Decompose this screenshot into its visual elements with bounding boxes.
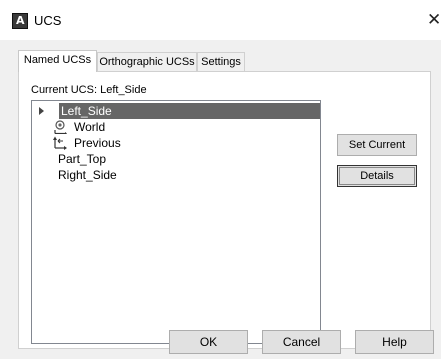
- title-bar: UCS ✕: [0, 0, 441, 40]
- list-item-label: Right_Side: [58, 168, 117, 182]
- world-ucs-icon: [54, 120, 67, 134]
- list-item-label: World: [74, 120, 106, 134]
- current-ucs-label: Current UCS:: [31, 84, 98, 96]
- list-item-label: Previous: [74, 136, 121, 150]
- list-item-left-side[interactable]: Left_Side: [32, 103, 320, 119]
- current-ucs-value: Left_Side: [100, 84, 147, 96]
- set-current-button[interactable]: Set Current: [337, 134, 417, 156]
- ucs-list[interactable]: Left_Side World Previous Part_Top Right_…: [31, 100, 321, 344]
- list-item-label: Part_Top: [58, 152, 107, 166]
- details-button[interactable]: Details: [337, 165, 417, 187]
- list-item-previous[interactable]: Previous: [32, 135, 320, 151]
- named-ucss-panel: Current UCS: Left_Side Left_Side World P…: [18, 71, 431, 349]
- dialog-body: Named UCSs Orthographic UCSs Settings Cu…: [0, 40, 441, 359]
- expand-arrow-icon[interactable]: [39, 107, 44, 115]
- tab-named-ucss[interactable]: Named UCSs: [18, 50, 97, 72]
- window-title: UCS: [34, 13, 62, 28]
- tab-settings[interactable]: Settings: [197, 52, 245, 71]
- ucs-dialog: UCS ✕ Named UCSs Orthographic UCSs Setti…: [0, 0, 441, 359]
- autocad-app-icon: [12, 13, 28, 29]
- cancel-button[interactable]: Cancel: [262, 330, 341, 354]
- list-item-right-side[interactable]: Right_Side: [32, 167, 320, 183]
- list-item-world[interactable]: World: [32, 119, 320, 135]
- previous-ucs-icon: [53, 136, 67, 150]
- ok-button[interactable]: OK: [169, 330, 248, 354]
- help-button[interactable]: Help: [355, 330, 434, 354]
- current-ucs-line: Current UCS: Left_Side: [31, 84, 147, 96]
- list-item-label: Left_Side: [61, 104, 112, 118]
- tab-orthographic-ucss[interactable]: Orthographic UCSs: [97, 52, 197, 71]
- close-icon[interactable]: ✕: [427, 8, 441, 32]
- list-item-part-top[interactable]: Part_Top: [32, 151, 320, 167]
